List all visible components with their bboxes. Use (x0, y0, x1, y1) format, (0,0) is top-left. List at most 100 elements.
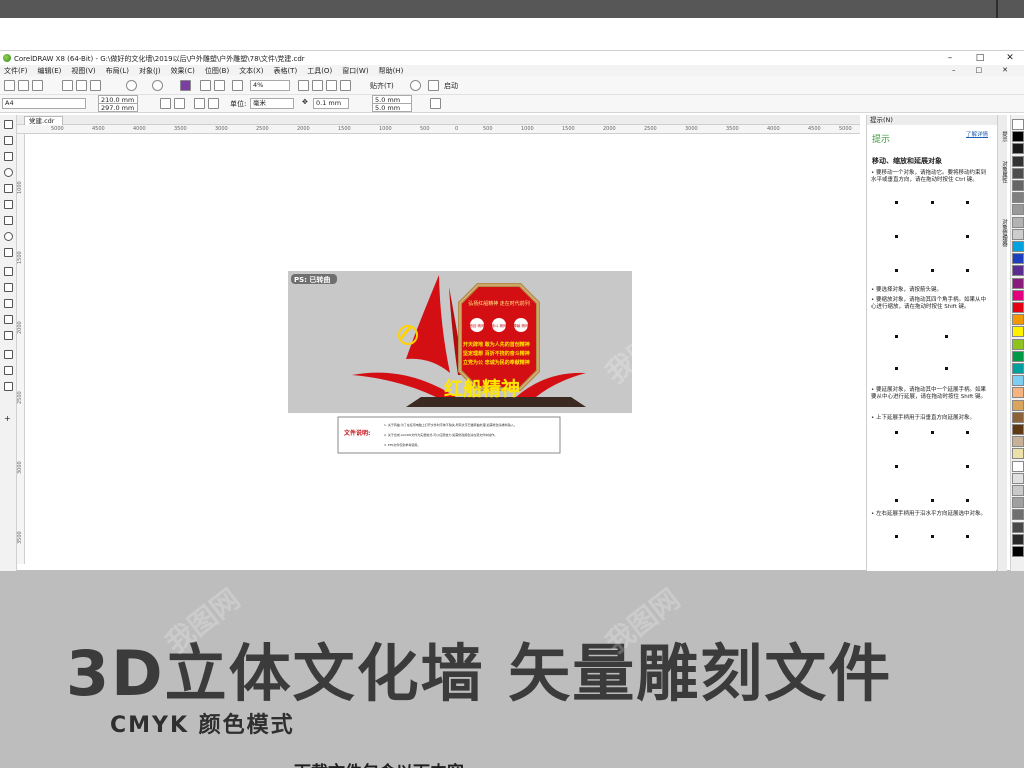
current-page-icon[interactable] (208, 98, 219, 109)
menu-layout[interactable]: 布局(L) (106, 66, 129, 76)
show-grid-icon[interactable] (326, 80, 337, 91)
side-tab-hints[interactable]: 提示 (999, 131, 1007, 142)
redo-icon[interactable] (152, 80, 163, 91)
polygon-tool-icon[interactable] (4, 248, 13, 257)
color-swatch[interactable] (1012, 253, 1024, 265)
document-tab[interactable]: 党建.cdr (24, 116, 64, 125)
doc-restore-button[interactable]: □ (976, 66, 983, 74)
color-swatch[interactable] (1012, 509, 1024, 521)
zoom-level-field[interactable]: 4% (250, 80, 290, 91)
color-swatch[interactable] (1012, 265, 1024, 277)
menu-edit[interactable]: 编辑(E) (38, 66, 62, 76)
eyedropper-icon[interactable] (4, 350, 13, 359)
color-swatch[interactable] (1012, 350, 1024, 362)
transparency-icon[interactable] (4, 331, 13, 340)
menu-tools[interactable]: 工具(O) (307, 66, 332, 76)
artistic-media-icon[interactable] (4, 200, 13, 209)
page-size-select[interactable]: A4 (2, 98, 86, 109)
learn-more-link[interactable]: 了解详情 (966, 130, 992, 138)
menu-window[interactable]: 窗口(W) (342, 66, 368, 76)
color-swatch[interactable] (1012, 167, 1024, 179)
app-launcher-icon[interactable] (428, 80, 439, 91)
maximize-button[interactable]: □ (974, 53, 986, 63)
snap-to-dropdown[interactable]: 贴齐(T) (370, 81, 394, 91)
connector-tool-icon[interactable] (4, 299, 13, 308)
duplicate-y-field[interactable]: 5.0 mm (372, 103, 412, 112)
side-tab-object-properties[interactable]: 对象属性 (999, 161, 1007, 183)
color-swatch[interactable] (1012, 302, 1024, 313)
minimize-button[interactable]: – (944, 53, 956, 63)
full-screen-icon[interactable] (298, 80, 309, 91)
color-swatch[interactable] (1012, 143, 1024, 155)
color-swatch[interactable] (1012, 119, 1024, 130)
color-swatch[interactable] (1012, 546, 1024, 557)
color-swatch[interactable] (1012, 485, 1024, 496)
color-swatch[interactable] (1012, 387, 1024, 399)
color-swatch[interactable] (1012, 216, 1024, 228)
color-swatch[interactable] (1012, 326, 1024, 338)
search-content-icon[interactable] (180, 80, 191, 91)
color-swatch[interactable] (1012, 314, 1024, 326)
nudge-distance-field[interactable]: 0.1 mm (313, 98, 349, 109)
text-tool-icon[interactable] (4, 267, 13, 276)
menu-bitmaps[interactable]: 位图(B) (205, 66, 229, 76)
color-swatch[interactable] (1012, 533, 1024, 545)
color-swatch[interactable] (1012, 277, 1024, 289)
launch-dropdown[interactable]: 启动 (444, 81, 458, 91)
doc-minimize-button[interactable]: – (952, 66, 956, 74)
color-swatch[interactable] (1012, 399, 1024, 411)
menu-help[interactable]: 帮助(H) (379, 66, 404, 76)
color-swatch[interactable] (1012, 472, 1024, 484)
color-swatch[interactable] (1012, 204, 1024, 216)
ellipse-tool-icon[interactable] (4, 232, 13, 241)
color-swatch[interactable] (1012, 131, 1024, 143)
menu-text[interactable]: 文本(X) (239, 66, 263, 76)
doc-close-button[interactable]: ✕ (1002, 66, 1008, 74)
freehand-tool-icon[interactable] (4, 184, 13, 193)
color-swatch[interactable] (1012, 448, 1024, 460)
color-swatch[interactable] (1012, 228, 1024, 240)
color-swatch[interactable] (1012, 192, 1024, 204)
menu-object[interactable]: 对象(J) (139, 66, 161, 76)
pick-tool-icon[interactable] (4, 120, 13, 129)
paste-icon[interactable] (90, 80, 101, 91)
color-swatch[interactable] (1012, 411, 1024, 423)
color-swatch[interactable] (1012, 497, 1024, 509)
color-swatch[interactable] (1012, 155, 1024, 167)
color-swatch[interactable] (1012, 180, 1024, 191)
color-swatch[interactable] (1012, 241, 1024, 252)
options-gear-icon[interactable] (410, 80, 421, 91)
import-icon[interactable] (200, 80, 211, 91)
menu-file[interactable]: 文件(F) (4, 66, 28, 76)
add-tool-icon[interactable]: + (4, 415, 13, 424)
parallel-dimension-icon[interactable] (4, 283, 13, 292)
show-rulers-icon[interactable] (312, 80, 323, 91)
interactive-fill-icon[interactable] (4, 366, 13, 375)
copy-icon[interactable] (76, 80, 87, 91)
publish-pdf-icon[interactable] (232, 80, 243, 91)
units-select[interactable]: 毫米 (250, 98, 294, 109)
color-swatch[interactable] (1012, 460, 1024, 472)
all-pages-icon[interactable] (194, 98, 205, 109)
undo-icon[interactable] (126, 80, 137, 91)
color-swatch[interactable] (1012, 338, 1024, 350)
save-icon[interactable] (32, 80, 43, 91)
smart-fill-icon[interactable] (4, 382, 13, 391)
color-swatch[interactable] (1012, 521, 1024, 533)
color-swatch[interactable] (1012, 375, 1024, 387)
zoom-tool-icon[interactable] (4, 168, 13, 177)
portrait-icon[interactable] (160, 98, 171, 109)
page-options-icon[interactable] (430, 98, 441, 109)
color-swatch[interactable] (1012, 289, 1024, 301)
color-swatch[interactable] (1012, 363, 1024, 374)
crop-tool-icon[interactable] (4, 152, 13, 161)
menu-table[interactable]: 表格(T) (273, 66, 297, 76)
drawing-canvas[interactable]: PS: 已转曲 弘扬红船精神 走在时代前列 首创 精神 奋斗 精神 奉献 精神 … (26, 135, 856, 565)
shape-tool-icon[interactable] (4, 136, 13, 145)
close-button[interactable]: ✕ (1004, 53, 1016, 63)
color-swatch[interactable] (1012, 436, 1024, 448)
side-tab-object-manager[interactable]: 对象管理器 (999, 219, 1007, 247)
menu-effects[interactable]: 效果(C) (171, 66, 195, 76)
rectangle-tool-icon[interactable] (4, 216, 13, 225)
menu-view[interactable]: 视图(V) (71, 66, 95, 76)
